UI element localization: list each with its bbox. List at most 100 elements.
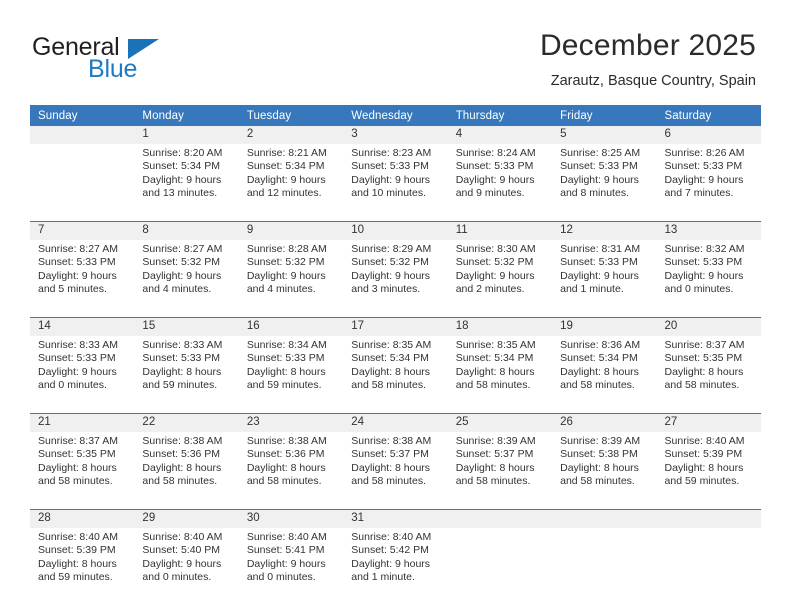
sunset-text: Sunset: 5:36 PM <box>246 448 325 461</box>
day-number-cell[interactable]: 11 <box>447 222 553 240</box>
sunset-text: Sunset: 5:39 PM <box>664 448 743 461</box>
day-number-cell[interactable]: 23 <box>238 414 344 432</box>
sunrise-text: Sunrise: 8:40 AM <box>142 531 223 543</box>
day-number-cell[interactable]: 22 <box>134 414 239 432</box>
daylight-text: Daylight: 9 hours and 4 minutes. <box>142 269 222 296</box>
day-detail-cell: Sunrise: 8:26 AM Sunset: 5:33 PM Daylight:… <box>656 144 761 215</box>
day-detail-cell-empty <box>552 528 657 599</box>
weekday-header-sunday: Sunday <box>38 109 78 122</box>
sunrise-text: Sunrise: 8:40 AM <box>664 435 745 447</box>
daylight-text: Daylight: 9 hours and 0 minutes. <box>664 269 744 296</box>
day-number-cell[interactable]: 30 <box>238 510 344 528</box>
day-number-cell[interactable]: 19 <box>552 318 657 336</box>
day-number-cell[interactable]: 4 <box>447 126 553 144</box>
day-number-cell[interactable]: 26 <box>552 414 657 432</box>
daylight-text: Daylight: 9 hours and 10 minutes. <box>351 173 431 200</box>
daylight-text: Daylight: 9 hours and 7 minutes. <box>664 173 744 200</box>
sunrise-text: Sunrise: 8:27 AM <box>142 243 223 255</box>
sunset-text: Sunset: 5:33 PM <box>664 160 743 173</box>
daylight-text: Daylight: 8 hours and 58 minutes. <box>560 365 639 392</box>
sunset-text: Sunset: 5:35 PM <box>664 352 743 365</box>
day-number-cell-empty <box>656 510 761 528</box>
sunrise-text: Sunrise: 8:37 AM <box>38 435 118 447</box>
calendar-page: General Blue December 2025 Zarautz, Basq… <box>0 0 792 612</box>
day-number-cell[interactable]: 2 <box>238 126 344 144</box>
day-number-cell[interactable]: 31 <box>343 510 448 528</box>
day-number-cell[interactable]: 18 <box>447 318 553 336</box>
day-number-cell[interactable]: 1 <box>134 126 239 144</box>
daylight-text: Daylight: 8 hours and 59 minutes. <box>664 461 744 488</box>
sunrise-text: Sunrise: 8:39 AM <box>455 435 536 447</box>
sunset-text: Sunset: 5:32 PM <box>351 256 429 269</box>
day-number-cell[interactable]: 6 <box>656 126 761 144</box>
daylight-text: Daylight: 9 hours and 13 minutes. <box>142 173 222 200</box>
day-detail-cell: Sunrise: 8:33 AM Sunset: 5:33 PM Daylight:… <box>30 336 135 407</box>
sunrise-text: Sunrise: 8:35 AM <box>351 339 432 351</box>
day-number-cell[interactable]: 12 <box>552 222 657 240</box>
day-detail-cell: Sunrise: 8:40 AM Sunset: 5:39 PM Daylight:… <box>656 432 761 503</box>
day-number-cell-empty <box>30 126 135 144</box>
day-number-cell[interactable]: 20 <box>656 318 761 336</box>
calendar-body: 1 2 3 4 5 6 Sunrise: 8:20 AM Sunset: 5:34 PM Day… <box>30 126 761 599</box>
day-number-row: 14 15 16 17 18 19 20 <box>30 318 761 336</box>
day-number-cell-empty <box>552 510 657 528</box>
sunset-text: Sunset: 5:39 PM <box>38 544 116 557</box>
sunrise-text: Sunrise: 8:33 AM <box>38 339 118 351</box>
day-detail-cell-empty <box>447 528 553 599</box>
day-number-cell[interactable]: 5 <box>552 126 657 144</box>
day-number-cell[interactable]: 29 <box>134 510 239 528</box>
day-number-cell[interactable]: 7 <box>30 222 135 240</box>
day-number-cell[interactable]: 16 <box>238 318 344 336</box>
day-detail-cell: Sunrise: 8:39 AM Sunset: 5:38 PM Daylight:… <box>552 432 657 503</box>
sunset-text: Sunset: 5:34 PM <box>142 160 221 173</box>
sunset-text: Sunset: 5:33 PM <box>455 160 534 173</box>
day-number-row: 28 29 30 31 <box>30 510 761 528</box>
day-number-cell[interactable]: 27 <box>656 414 761 432</box>
day-number-row: 123456 <box>30 126 761 144</box>
weekday-header-friday: Friday <box>560 109 593 122</box>
sunset-text: Sunset: 5:32 PM <box>142 256 221 269</box>
day-number-cell[interactable]: 13 <box>656 222 761 240</box>
day-info-row: Sunrise: 8:33 AM Sunset: 5:33 PM Daylight:… <box>30 336 761 407</box>
day-detail-cell: Sunrise: 8:27 AM Sunset: 5:33 PM Daylight:… <box>30 240 135 311</box>
day-number-cell[interactable]: 15 <box>134 318 239 336</box>
day-number-cell[interactable]: 25 <box>447 414 553 432</box>
day-number-cell[interactable]: 24 <box>343 414 448 432</box>
daylight-text: Daylight: 8 hours and 58 minutes. <box>246 461 326 488</box>
day-detail-cell: Sunrise: 8:37 AM Sunset: 5:35 PM Daylight:… <box>30 432 135 503</box>
brand-name-blue: Blue <box>88 55 138 83</box>
sunrise-text: Sunrise: 8:35 AM <box>455 339 536 351</box>
sunset-text: Sunset: 5:33 PM <box>664 256 743 269</box>
day-number-cell[interactable]: 10 <box>343 222 448 240</box>
sunset-text: Sunset: 5:37 PM <box>351 448 429 461</box>
daylight-text: Daylight: 8 hours and 58 minutes. <box>455 461 535 488</box>
sunset-text: Sunset: 5:41 PM <box>246 544 325 557</box>
sunset-text: Sunset: 5:33 PM <box>351 160 429 173</box>
sunrise-text: Sunrise: 8:40 AM <box>38 531 118 543</box>
brand-logo[interactable]: General Blue <box>32 33 262 91</box>
daylight-text: Daylight: 9 hours and 0 minutes. <box>246 557 326 584</box>
day-number-cell[interactable]: 28 <box>30 510 135 528</box>
sunrise-text: Sunrise: 8:40 AM <box>246 531 327 543</box>
sunset-text: Sunset: 5:32 PM <box>246 256 325 269</box>
sunrise-text: Sunrise: 8:38 AM <box>142 435 223 447</box>
page-header: General Blue December 2025 Zarautz, Basq… <box>0 0 792 100</box>
day-number-cell[interactable]: 9 <box>238 222 344 240</box>
sunset-text: Sunset: 5:34 PM <box>246 160 325 173</box>
sunrise-text: Sunrise: 8:24 AM <box>455 147 536 159</box>
day-number-cell[interactable]: 17 <box>343 318 448 336</box>
sunrise-text: Sunrise: 8:21 AM <box>246 147 327 159</box>
sunset-text: Sunset: 5:35 PM <box>38 448 116 461</box>
day-number-row: 7 8 9 10 11 12 13 <box>30 222 761 240</box>
daylight-text: Daylight: 9 hours and 0 minutes. <box>142 557 222 584</box>
day-number-row: 21 22 23 24 25 26 27 <box>30 414 761 432</box>
sunrise-text: Sunrise: 8:31 AM <box>560 243 641 255</box>
day-number-cell[interactable]: 21 <box>30 414 135 432</box>
day-number-cell[interactable]: 8 <box>134 222 239 240</box>
day-number-cell[interactable]: 14 <box>30 318 135 336</box>
day-detail-cell: Sunrise: 8:37 AM Sunset: 5:35 PM Daylight:… <box>656 336 761 407</box>
day-number-cell[interactable]: 3 <box>343 126 448 144</box>
weekday-header-thursday: Thursday <box>455 109 505 122</box>
page-title: December 2025 <box>539 29 756 62</box>
sunset-text: Sunset: 5:34 PM <box>455 352 534 365</box>
